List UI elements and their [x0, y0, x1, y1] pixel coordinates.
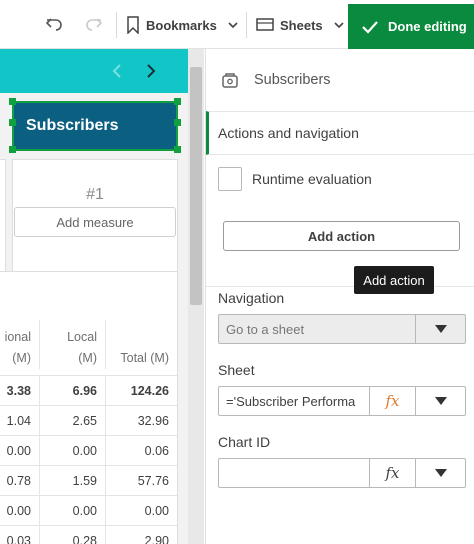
table-cell: 2.65 [40, 406, 106, 435]
table-cell: 0.00 [40, 496, 106, 525]
table-cell: 124.26 [130, 383, 169, 398]
table-cell: 6.96 [40, 376, 106, 405]
fx-label: fx [385, 392, 400, 410]
top-toolbar: Bookmarks Sheets Done editing [0, 0, 474, 49]
navigation-label: Navigation [218, 290, 285, 306]
sheet-header-bar [0, 49, 188, 93]
table-row: 0.00 0.00 0.00 [0, 496, 177, 526]
table-cell: 57.76 [137, 473, 169, 488]
chart-id-input[interactable]: fx [218, 458, 466, 488]
table-total-row: 3.38 6.96 124.26 [0, 376, 177, 406]
chart-id-label: Chart ID [218, 434, 271, 450]
sheet-label: Sheet [218, 362, 255, 378]
panel-header: Subscribers [206, 49, 474, 111]
column-header-line: ional [4, 330, 31, 344]
section-actions-navigation[interactable]: Actions and navigation [206, 111, 474, 155]
done-editing-button[interactable]: Done editing [348, 4, 474, 49]
table-cell: 1.59 [40, 466, 106, 495]
scrollbar-thumb[interactable] [190, 67, 202, 305]
dropdown-caret-icon[interactable] [415, 315, 465, 343]
data-table: ional (M) Local (M) Total (M) 3.38 6.96 … [0, 320, 177, 544]
chevron-down-icon [334, 22, 344, 29]
resize-handle[interactable] [9, 146, 16, 153]
object-type-icon [222, 73, 238, 88]
expression-fx-icon[interactable]: fx [369, 387, 415, 415]
runtime-evaluation-label: Runtime evaluation [252, 171, 372, 187]
sheet-value: ='Subscriber Performa [226, 393, 356, 409]
resize-handle[interactable] [174, 146, 181, 153]
properties-panel: Subscribers Actions and navigation Runti… [205, 49, 474, 544]
dropdown-caret-icon[interactable] [415, 459, 465, 487]
column-header-line: (M) [12, 351, 31, 365]
sheet-canvas: Subscribers #1 Add measure ional (M) Loc… [0, 49, 190, 544]
redo-icon[interactable] [82, 12, 106, 36]
navigation-value: Go to a sheet [226, 321, 305, 337]
table-cell: 3.38 [0, 376, 40, 405]
add-measure-button[interactable]: Add measure [14, 207, 176, 237]
table-row: 0.00 0.00 0.06 [0, 436, 177, 466]
table-cell: 0.00 [0, 436, 40, 465]
table-cell: 1.04 [0, 406, 40, 435]
add-action-tooltip: Add action [354, 266, 434, 294]
resize-handle[interactable] [174, 119, 181, 126]
toolbar-divider [116, 12, 117, 38]
column-header-line: Local [67, 330, 97, 344]
navigation-select[interactable]: Go to a sheet [218, 314, 466, 344]
title-object[interactable]: Subscribers [12, 101, 178, 151]
table-row: 0.78 1.59 57.76 [0, 466, 177, 496]
title-object-text: Subscribers [26, 117, 119, 134]
resize-handle[interactable] [174, 98, 181, 105]
bookmarks-label: Bookmarks [146, 17, 217, 33]
table-cell: 0.03 [0, 526, 40, 544]
sheets-label: Sheets [280, 17, 323, 33]
fx-label: fx [385, 464, 400, 482]
dropdown-caret-icon[interactable] [415, 387, 465, 415]
table-cell: 0.00 [0, 496, 40, 525]
sheets-button[interactable]: Sheets [256, 10, 345, 40]
sheet-icon [256, 18, 274, 31]
runtime-evaluation-checkbox[interactable] [218, 167, 242, 191]
column-header[interactable]: Local (M) [40, 320, 106, 369]
section-title: Actions and navigation [218, 125, 359, 141]
chevron-down-icon [228, 22, 238, 29]
runtime-evaluation-row[interactable]: Runtime evaluation [218, 167, 372, 191]
table-row: 1.04 2.65 32.96 [0, 406, 177, 436]
column-header-line: Total (M) [120, 351, 169, 365]
kpi-placeholder-number: #1 [86, 186, 104, 203]
table-cell: 0.28 [40, 526, 106, 544]
panel-title: Subscribers [254, 72, 331, 88]
table-cell: 0.78 [0, 466, 40, 495]
next-sheet-icon[interactable] [140, 59, 162, 83]
resize-handle[interactable] [9, 98, 16, 105]
resize-handle[interactable] [9, 119, 16, 126]
table-cell: 2.90 [144, 533, 169, 544]
table-cell: 0.00 [40, 436, 106, 465]
column-header-line: (M) [78, 351, 97, 365]
table-cell: 0.06 [144, 443, 169, 458]
column-header[interactable]: ional (M) [0, 320, 40, 369]
table-row: 0.03 0.28 2.90 [0, 526, 177, 544]
done-editing-label: Done editing [388, 19, 467, 34]
undo-icon[interactable] [42, 12, 66, 36]
column-header[interactable]: Total (M) [106, 320, 177, 369]
previous-sheet-icon[interactable] [106, 59, 128, 83]
table-object[interactable]: ional (M) Local (M) Total (M) 3.38 6.96 … [0, 271, 178, 544]
add-action-button[interactable]: Add action [223, 221, 460, 251]
bookmark-icon [127, 16, 139, 34]
sheet-input[interactable]: ='Subscriber Performa fx [218, 386, 466, 416]
toolbar-divider [246, 12, 247, 38]
bookmarks-button[interactable]: Bookmarks [126, 10, 239, 40]
expression-fx-icon[interactable]: fx [369, 459, 415, 487]
vertical-scrollbar[interactable] [188, 49, 204, 544]
table-cell: 32.96 [137, 413, 169, 428]
table-cell: 0.00 [144, 503, 169, 518]
table-header-row: ional (M) Local (M) Total (M) [0, 320, 177, 376]
check-icon [362, 20, 378, 34]
